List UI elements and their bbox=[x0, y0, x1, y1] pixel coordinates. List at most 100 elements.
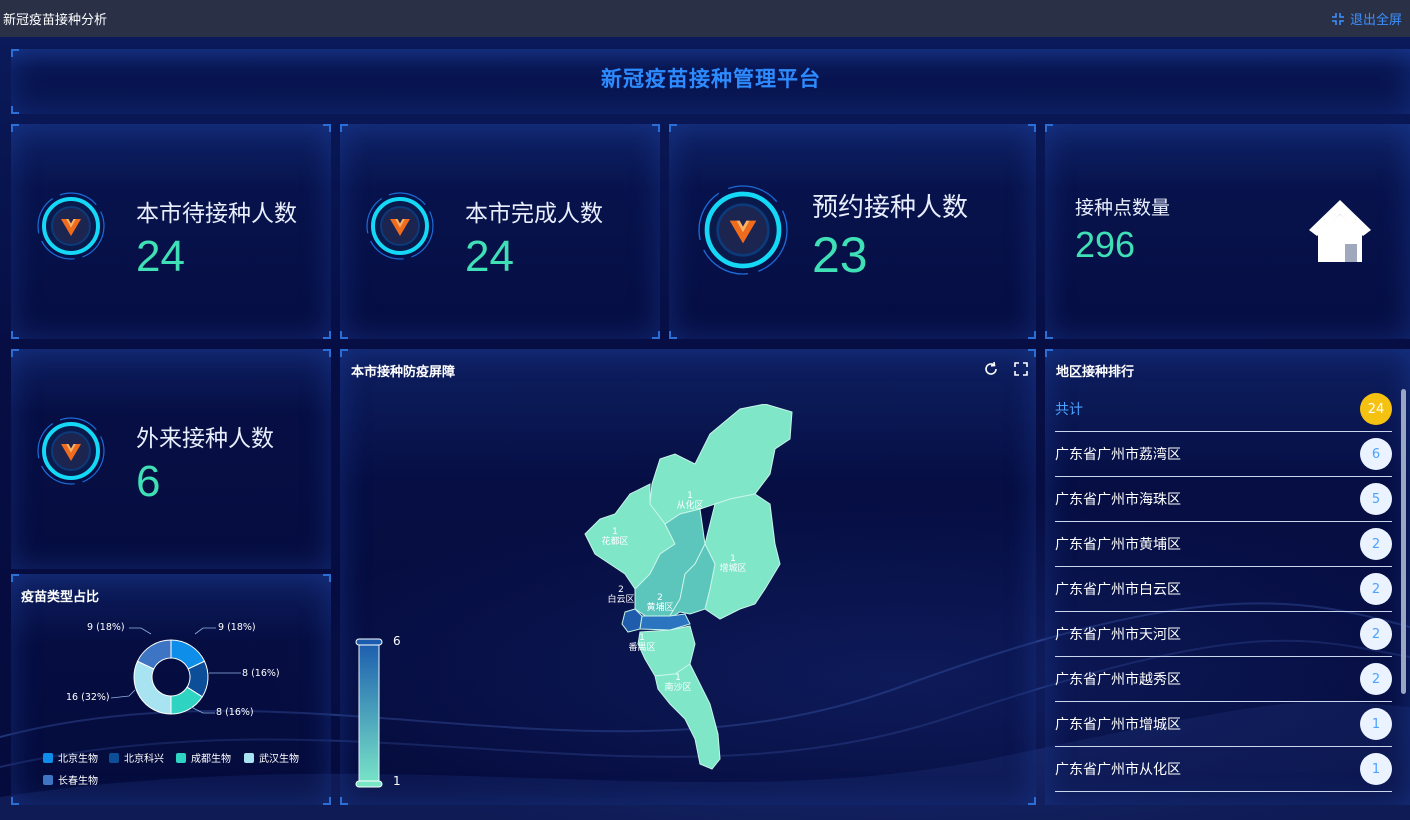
pie-legend-item[interactable]: 长春生物 bbox=[43, 772, 98, 787]
map-title: 本市接种防疫屏障 bbox=[351, 365, 456, 380]
ranking-row-value: 2 bbox=[1360, 663, 1392, 695]
ranking-row[interactable]: 广东省广州市海珠区 5 bbox=[1055, 477, 1392, 522]
map-region-liwan bbox=[621, 608, 643, 633]
ranking-row-name: 广东省广州市从化区 bbox=[1055, 762, 1181, 778]
legend-swatch bbox=[43, 752, 53, 763]
stat-card-external: 外来接种人数 6 bbox=[11, 349, 331, 569]
vue-logo-icon bbox=[366, 192, 434, 260]
map-region-count: 1 bbox=[687, 491, 693, 501]
ranking-panel: 地区接种排行 共计 24 广东省广州市荔湾区 6 广东省广州市海珠区 5 广东省广州市黄… bbox=[1045, 349, 1410, 805]
ranking-row[interactable]: 广东省广州市越秀区 2 bbox=[1055, 657, 1392, 702]
map-region-label: 1 花都区 bbox=[595, 527, 635, 547]
legend-label: 成都生物 bbox=[191, 754, 231, 765]
ranking-row-value: 6 bbox=[1360, 438, 1392, 470]
page-title: 新冠疫苗接种管理平台 bbox=[601, 67, 821, 91]
refresh-icon[interactable] bbox=[983, 361, 999, 377]
map-region-label: 1 南沙区 bbox=[658, 673, 698, 693]
map-region-name: 从化区 bbox=[676, 501, 704, 511]
map-region-name: 增城区 bbox=[719, 564, 747, 574]
ranking-scrollbar[interactable] bbox=[1401, 389, 1406, 694]
stat-label: 外来接种人数 bbox=[136, 426, 274, 452]
ranking-row-value: 2 bbox=[1360, 528, 1392, 560]
ranking-row-name: 广东省广州市黄埔区 bbox=[1055, 537, 1181, 553]
ranking-row-name: 广东省广州市荔湾区 bbox=[1055, 447, 1181, 463]
map-region-label: 1 从化区 bbox=[670, 491, 710, 511]
map-region-label: 1 番禺区 bbox=[622, 633, 662, 653]
fullscreen-icon[interactable] bbox=[1013, 361, 1029, 377]
ranking-row-name: 广东省广州市天河区 bbox=[1055, 627, 1181, 643]
legend-label: 长春生物 bbox=[58, 776, 98, 787]
ranking-total-badge: 24 bbox=[1360, 393, 1392, 425]
ranking-row[interactable]: 广东省广州市白云区 2 bbox=[1055, 567, 1392, 612]
title-bar: 新冠疫苗接种分析 退出全屏 bbox=[0, 0, 1410, 37]
vaccine-type-panel: 疫苗类型占比 9 (18%) 8 (16%) 8 (16%) 16 (32%) 9 (1… bbox=[11, 574, 331, 805]
stat-label: 本市待接种人数 bbox=[136, 201, 297, 227]
stat-value: 24 bbox=[465, 232, 514, 281]
exit-fullscreen-button[interactable]: 退出全屏 bbox=[1331, 9, 1402, 28]
legend-label: 北京科兴 bbox=[124, 754, 164, 765]
ranking-row-value: 5 bbox=[1360, 483, 1392, 515]
ranking-title: 地区接种排行 bbox=[1056, 365, 1135, 380]
stat-card-appointments: 预约接种人数 23 bbox=[669, 124, 1036, 339]
dashboard: 新冠疫苗接种管理平台 本市待接种人数 24 本市完成人数 24 预约接种人数 2… bbox=[0, 37, 1410, 820]
vue-logo-icon bbox=[37, 417, 105, 485]
pie-leader-lines bbox=[110, 627, 241, 714]
legend-swatch bbox=[109, 752, 119, 763]
map-region-name: 花都区 bbox=[601, 537, 629, 547]
ranking-row-name: 广东省广州市增城区 bbox=[1055, 717, 1181, 733]
pie-legend-item[interactable]: 成都生物 bbox=[176, 750, 231, 765]
vue-logo-icon bbox=[698, 185, 788, 275]
header-panel: 新冠疫苗接种管理平台 bbox=[11, 49, 1410, 114]
map-region-label: 2 白云区 bbox=[601, 585, 641, 605]
map-region-count: 1 bbox=[730, 554, 736, 564]
ranking-row[interactable]: 广东省广州市增城区 1 bbox=[1055, 702, 1392, 747]
map-region-name: 南沙区 bbox=[664, 683, 692, 693]
legend-label: 武汉生物 bbox=[259, 754, 299, 765]
pie-legend-item[interactable]: 北京科兴 bbox=[109, 750, 164, 765]
legend-swatch bbox=[244, 752, 254, 763]
ranking-total-label: 共计 bbox=[1055, 402, 1083, 418]
home-icon bbox=[1309, 200, 1371, 262]
map-region-label: 2 黄埔区 bbox=[640, 593, 680, 613]
ranking-row-value: 1 bbox=[1360, 708, 1392, 740]
map-region-count: 2 bbox=[618, 585, 624, 595]
ranking-row-value: 2 bbox=[1360, 573, 1392, 605]
map-region-count: 1 bbox=[675, 673, 681, 683]
stat-value: 6 bbox=[136, 457, 161, 506]
ranking-row[interactable]: 广东省广州市黄埔区 2 bbox=[1055, 522, 1392, 567]
map-region-count: 2 bbox=[657, 593, 663, 603]
exit-fullscreen-icon bbox=[1331, 12, 1344, 25]
map-region-name: 白云区 bbox=[607, 595, 635, 605]
ranking-row[interactable]: 广东省广州市荔湾区 6 bbox=[1055, 432, 1392, 477]
ranking-row-name: 广东省广州市海珠区 bbox=[1055, 492, 1181, 508]
map-region-name: 番禺区 bbox=[628, 643, 656, 653]
map-scale-max: 6 bbox=[393, 634, 401, 648]
pie-legend-item[interactable]: 北京生物 bbox=[43, 750, 98, 765]
legend-swatch bbox=[176, 752, 186, 763]
stat-label: 接种点数量 bbox=[1075, 197, 1171, 219]
map-scale-bar bbox=[355, 638, 383, 788]
ranking-row[interactable]: 广东省广州市天河区 2 bbox=[1055, 612, 1392, 657]
vue-logo-icon bbox=[37, 192, 105, 260]
ranking-row-value: 2 bbox=[1360, 618, 1392, 650]
stat-value: 296 bbox=[1075, 224, 1136, 265]
ranking-row-name: 广东省广州市白云区 bbox=[1055, 582, 1181, 598]
map-region-count: 1 bbox=[639, 633, 645, 643]
map-panel: 本市接种防疫屏障 6 1 1 从化区 1 花都区 1 增城区 2 白云区 2 黄… bbox=[340, 349, 1036, 805]
legend-swatch bbox=[43, 774, 53, 785]
app-title: 新冠疫苗接种分析 bbox=[3, 13, 108, 28]
map-region-count: 1 bbox=[612, 527, 618, 537]
pie-legend-item[interactable]: 武汉生物 bbox=[244, 750, 299, 765]
ranking-row-value: 1 bbox=[1360, 753, 1392, 785]
ranking-total-row[interactable]: 共计 24 bbox=[1055, 387, 1392, 432]
stat-card-pending: 本市待接种人数 24 bbox=[11, 124, 331, 339]
stat-card-sites: 接种点数量 296 bbox=[1045, 124, 1410, 339]
exit-fullscreen-label: 退出全屏 bbox=[1349, 13, 1402, 28]
ranking-row-name: 广东省广州市越秀区 bbox=[1055, 672, 1181, 688]
stat-card-completed: 本市完成人数 24 bbox=[340, 124, 660, 339]
map-region-name: 黄埔区 bbox=[646, 603, 674, 613]
legend-label: 北京生物 bbox=[58, 754, 98, 765]
map-region-label: 1 增城区 bbox=[713, 554, 753, 574]
ranking-row[interactable]: 广东省广州市从化区 1 bbox=[1055, 747, 1392, 792]
map-scale-min: 1 bbox=[393, 774, 401, 788]
